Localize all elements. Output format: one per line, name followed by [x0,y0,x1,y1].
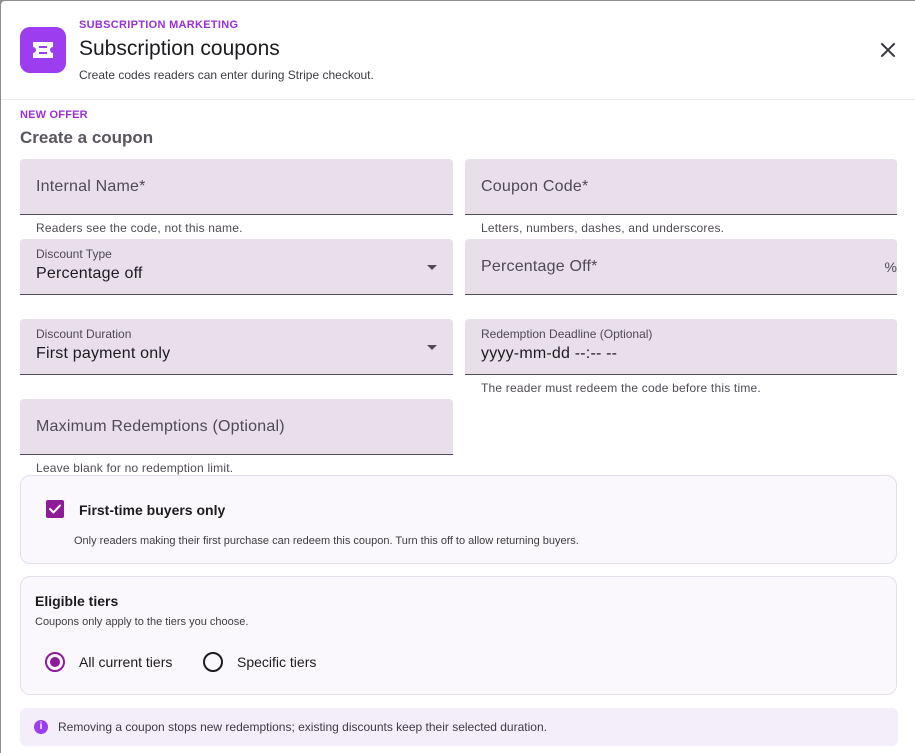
check-icon [49,504,61,514]
close-button[interactable] [877,39,899,61]
tiers-title: Eligible tiers [35,593,119,609]
discount-duration-label: Discount Duration [36,327,132,341]
internal-name-help: Readers see the code, not this name. [36,221,243,235]
max-redemptions-help: Leave blank for no redemption limit. [36,461,234,475]
info-icon: i [34,720,48,734]
chevron-down-icon [427,345,437,350]
dialog-header: SUBSCRIPTION MARKETING Subscription coup… [1,1,915,100]
notice-text: Removing a coupon stops new redemptions;… [58,720,547,734]
radio-specific-tiers-label[interactable]: Specific tiers [237,654,316,670]
discount-duration-select[interactable]: Discount Duration First payment only [20,319,453,375]
header-eyebrow: SUBSCRIPTION MARKETING [79,19,239,31]
first-time-description: Only readers making their first purchase… [74,535,579,547]
coupon-code-field[interactable]: Coupon Code* [465,159,897,215]
radio-all-tiers-label[interactable]: All current tiers [79,654,172,670]
radio-specific-tiers[interactable] [203,652,223,672]
redemption-deadline-label: Redemption Deadline (Optional) [481,327,653,341]
ticket-icon [20,27,66,73]
percentage-off-field[interactable]: Percentage Off* % [465,239,897,295]
section-eyebrow: NEW OFFER [20,109,88,121]
discount-duration-value: First payment only [36,345,171,362]
redemption-deadline-field[interactable]: Redemption Deadline (Optional) yyyy-mm-d… [465,319,897,375]
first-time-checkbox[interactable] [46,500,64,518]
dialog-subtitle: Create codes readers can enter during St… [79,68,374,82]
discount-type-label: Discount Type [36,247,112,261]
radio-all-tiers[interactable] [45,652,65,672]
dialog-title: Subscription coupons [79,37,280,60]
max-redemptions-field[interactable]: Maximum Redemptions (Optional) [20,399,453,455]
redemption-deadline-value: yyyy-mm-dd --:-- -- [481,345,618,362]
section-title: Create a coupon [20,128,154,147]
percentage-off-placeholder: Percentage Off* [481,258,598,275]
eligible-tiers-card: Eligible tiers Coupons only apply to the… [20,576,897,695]
max-redemptions-placeholder: Maximum Redemptions (Optional) [36,418,285,435]
first-time-card: First-time buyers only Only readers maki… [20,475,897,564]
chevron-down-icon [427,265,437,270]
coupon-code-placeholder: Coupon Code* [481,178,589,195]
tiers-description: Coupons only apply to the tiers you choo… [35,616,249,628]
coupon-dialog: SUBSCRIPTION MARKETING Subscription coup… [1,1,915,753]
coupon-code-help: Letters, numbers, dashes, and underscore… [481,221,725,235]
first-time-label: First-time buyers only [79,502,226,518]
close-icon [881,43,895,57]
percent-suffix: % [884,259,897,275]
info-notice: i Removing a coupon stops new redemption… [20,708,898,746]
internal-name-placeholder: Internal Name* [36,178,146,195]
redemption-deadline-help: The reader must redeem the code before t… [481,381,761,395]
discount-type-select[interactable]: Discount Type Percentage off [20,239,453,295]
discount-type-value: Percentage off [36,265,143,282]
internal-name-field[interactable]: Internal Name* [20,159,453,215]
